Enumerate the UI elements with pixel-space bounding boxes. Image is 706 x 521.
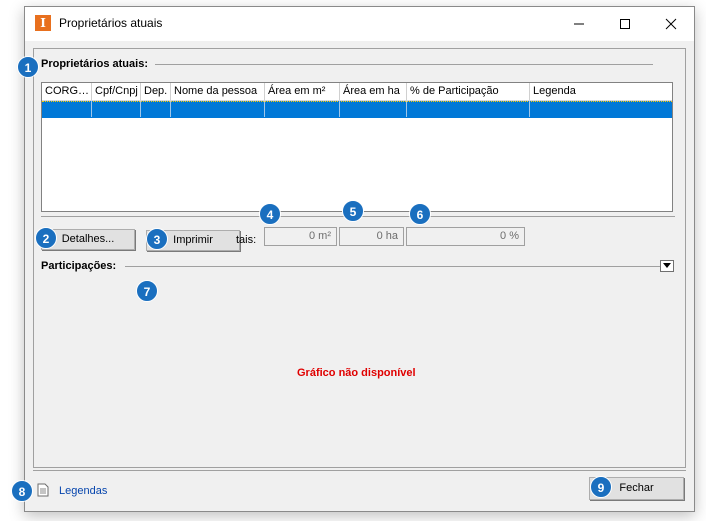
table-cell	[92, 101, 141, 117]
owners-table[interactable]: CORG… Cpf/Cnpj Dep. Nome da pessoa Área …	[41, 82, 673, 212]
column-header[interactable]: Área em m²	[265, 83, 340, 100]
document-icon	[37, 483, 49, 497]
callout-badge: 5	[342, 200, 364, 222]
callout-badge: 6	[409, 203, 431, 225]
title-bar: I Proprietários atuais	[25, 7, 694, 41]
table-header: CORG… Cpf/Cnpj Dep. Nome da pessoa Área …	[42, 83, 672, 101]
section-divider	[125, 266, 673, 267]
table-cell	[340, 101, 407, 117]
maximize-icon	[620, 19, 630, 29]
table-cell	[407, 101, 530, 117]
area-m2-total: 0 m²	[264, 227, 337, 246]
column-header[interactable]: Cpf/Cnpj	[92, 83, 141, 100]
footer-divider	[33, 470, 686, 471]
totals-label: tais:	[236, 234, 257, 246]
table-cell	[265, 101, 340, 117]
participation-total: 0 %	[406, 227, 525, 246]
column-header[interactable]: Dep.	[141, 83, 171, 100]
column-header[interactable]: Legenda	[530, 83, 672, 100]
close-window-button[interactable]	[648, 7, 694, 41]
chevron-down-icon	[663, 263, 671, 268]
column-header[interactable]: CORG…	[42, 83, 92, 100]
table-cell	[171, 101, 265, 117]
callout-badge: 4	[259, 203, 281, 225]
close-icon	[665, 18, 677, 30]
column-header[interactable]: Área em ha	[340, 83, 407, 100]
dialog-window: I Proprietários atuais Proprietários atu…	[24, 6, 695, 512]
callout-badge: 3	[146, 228, 168, 250]
callout-badge: 9	[590, 476, 612, 498]
participations-section-title: Participações:	[41, 260, 123, 272]
no-chart-message: Gráfico não disponível	[297, 367, 416, 379]
minimize-button[interactable]	[556, 7, 602, 41]
participations-dropdown-button[interactable]	[660, 260, 674, 272]
minimize-icon	[574, 23, 584, 25]
area-ha-total: 0 ha	[339, 227, 404, 246]
column-header[interactable]: Nome da pessoa	[171, 83, 265, 100]
column-header[interactable]: % de Participação	[407, 83, 530, 100]
section-divider	[155, 64, 653, 65]
app-icon: I	[35, 15, 51, 31]
maximize-button[interactable]	[602, 7, 648, 41]
callout-badge: 8	[11, 480, 33, 502]
table-cell	[141, 101, 171, 117]
callout-badge: 7	[136, 280, 158, 302]
table-cell	[42, 101, 92, 117]
callout-badge: 2	[35, 227, 57, 249]
legend-link[interactable]: Legendas	[59, 485, 107, 497]
callout-badge: 1	[17, 56, 39, 78]
window-title: Proprietários atuais	[59, 16, 163, 30]
owners-section-title: Proprietários atuais:	[41, 58, 154, 70]
